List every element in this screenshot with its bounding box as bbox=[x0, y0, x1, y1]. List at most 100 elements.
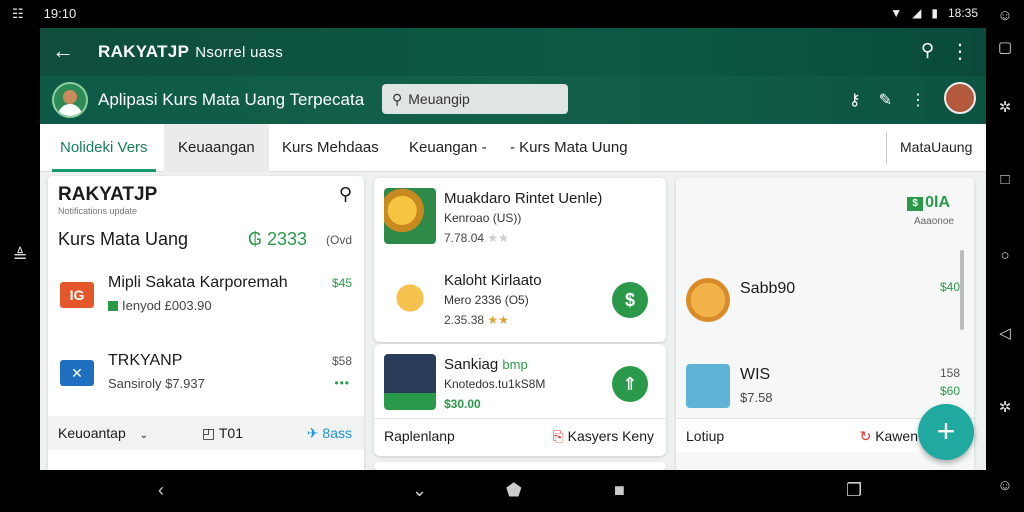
tab-divider bbox=[886, 132, 887, 164]
tree-badge-icon[interactable]: ⇑ bbox=[612, 366, 648, 402]
app-subtitle: Nsorrel uass bbox=[195, 44, 283, 61]
wifi-icon: ▼ bbox=[890, 6, 903, 20]
list-item[interactable]: Kaloht Kirlaato Mero 2336 (O5) 2.35.38 ★… bbox=[374, 260, 666, 340]
phone-icon bbox=[384, 354, 436, 410]
list-item-sub: 2.35.38 ★★ bbox=[444, 313, 509, 327]
tab-keuangan[interactable]: Keuangan - bbox=[409, 124, 487, 172]
card-brand: RAKYATJP bbox=[58, 184, 158, 205]
handle-icon[interactable]: ≜ bbox=[10, 246, 30, 266]
nav-bar: ‹ ⌄ ⬟ ■ ❐ bbox=[40, 470, 986, 512]
square-icon[interactable]: ▢ bbox=[995, 38, 1015, 58]
app-bar: ← RAKYATJP Nsorrel uass ⚲ ⋮ bbox=[40, 28, 986, 76]
overflow-menu-icon[interactable]: ⋮ bbox=[950, 39, 970, 64]
battery-icon: ▮ bbox=[931, 6, 938, 20]
list-item-name: TRKYANP bbox=[108, 352, 183, 369]
signal-icon: ◢ bbox=[912, 6, 922, 20]
brand-logo-icon: ✕ bbox=[60, 360, 94, 386]
home-circle-icon[interactable]: ○ bbox=[995, 246, 1015, 266]
rates-card: RAKYATJP Notifications update ⚲ Kurs Mat… bbox=[48, 176, 364, 470]
user-avatar[interactable] bbox=[944, 82, 976, 114]
rate-title: Kurs Mata Uang bbox=[58, 229, 189, 249]
refresh-icon: ↻ bbox=[859, 428, 872, 444]
face-icon[interactable]: ☺ bbox=[995, 476, 1015, 496]
search-input[interactable]: ⚲ Meuangip bbox=[382, 84, 568, 114]
top-badge-sub: Aaaonoe bbox=[913, 216, 954, 227]
nav-recent-icon[interactable]: ❐ bbox=[846, 480, 862, 501]
status-time: 19:10 bbox=[43, 6, 77, 21]
back-triangle-icon[interactable]: ◁ bbox=[995, 324, 1015, 344]
list-item[interactable]: Muakdaro Rintet Uenle) Kenroao (US)) 7.7… bbox=[374, 178, 666, 258]
list-item-name: Sankiag bmp bbox=[444, 356, 528, 373]
key-icon[interactable]: ⚷ bbox=[849, 90, 861, 110]
tab-keuaangan[interactable]: Keuaangan bbox=[164, 124, 269, 172]
pin-icon[interactable]: ✎ bbox=[879, 90, 892, 110]
list-item-name: Muakdaro Rintet Uenle) bbox=[444, 190, 603, 207]
list-item-amount-secondary: $60 bbox=[939, 384, 960, 398]
list-item-meta: Knotedos.tu1kS8M bbox=[444, 377, 546, 391]
list-item-sub: $30.00 bbox=[444, 397, 481, 411]
recent-square-icon[interactable]: □ bbox=[995, 170, 1015, 190]
more-dots-icon[interactable]: ••• bbox=[334, 376, 350, 390]
dollar-badge-icon[interactable]: $ bbox=[612, 282, 648, 318]
list-item-meta: Sansiroly $7.937 bbox=[108, 376, 205, 391]
nav-stop-icon[interactable]: ■ bbox=[614, 480, 625, 501]
list-item[interactable]: Sankiag bmp Knotedos.tu1kS8M $30.00 ⇑ bbox=[374, 344, 666, 424]
tab-nolideki-vers[interactable]: Nolideki Vers bbox=[52, 124, 156, 172]
rate-value: ₲ 2333 bbox=[248, 229, 308, 249]
list-item-name: Mipli Sakata Karporemah bbox=[108, 274, 288, 291]
back-arrow-icon[interactable]: ← bbox=[52, 38, 74, 64]
discord-icon[interactable]: ☺ bbox=[995, 6, 1015, 26]
card-footer: Raplenlanp ⎘ Kasyers Keny bbox=[374, 418, 666, 452]
footer-right[interactable]: ⎘ Kasyers Keny bbox=[553, 428, 654, 445]
status-glyph: ☷ bbox=[12, 6, 24, 21]
list-item-name: Kaloht Kirlaato bbox=[444, 272, 542, 289]
settings-icon[interactable]: ✲ bbox=[995, 98, 1015, 118]
tab-matauaung[interactable]: MataUaung bbox=[900, 124, 972, 172]
avatar[interactable] bbox=[52, 82, 88, 118]
nav-home-icon[interactable]: ⬟ bbox=[506, 480, 522, 501]
chat-icon: ◰ bbox=[202, 425, 216, 441]
list-item[interactable]: IG Mipli Sakata Karporemah Ienyod £003.9… bbox=[48, 264, 364, 334]
tab-kurs-mehdaas[interactable]: Kurs Mehdaas bbox=[282, 124, 379, 172]
list-item-meta: Ienyod £003.90 bbox=[108, 298, 212, 313]
cash-icon: $ bbox=[907, 197, 924, 211]
bird-icon: ✈ bbox=[306, 425, 319, 441]
card-brand-sub: Notifications update bbox=[58, 206, 138, 216]
search-icon[interactable]: ⚲ bbox=[921, 40, 934, 61]
app-title-text: RAKYATJP bbox=[98, 42, 190, 61]
footer-left[interactable]: Raplenlanp bbox=[384, 428, 455, 444]
gear-icon[interactable]: ✲ bbox=[995, 398, 1015, 418]
currency-card-peek bbox=[374, 462, 666, 470]
list-item[interactable]: Sabb90 $40 bbox=[676, 264, 974, 334]
list-item[interactable]: ✕ TRKYANP Sansiroly $7.937 $58 ••• bbox=[48, 342, 364, 412]
list-item-name: WIS bbox=[740, 366, 771, 383]
add-button[interactable]: + bbox=[918, 404, 974, 460]
more-icon[interactable]: ⋮ bbox=[910, 90, 926, 110]
search-icon[interactable]: ⚲ bbox=[339, 184, 352, 205]
tab-kurs-mata-uung[interactable]: - Kurs Mata Uung bbox=[510, 124, 628, 172]
nav-down-icon[interactable]: ⌄ bbox=[412, 480, 427, 501]
status-bar: ☷ 19:10 ▼ ◢ ▮ 18:35 bbox=[0, 0, 1024, 28]
left-rail: ≜ bbox=[0, 28, 40, 470]
list-item-amount: $40 bbox=[939, 280, 960, 294]
list-item-meta: $7.58 bbox=[740, 390, 773, 405]
nav-back-icon[interactable]: ‹ bbox=[158, 480, 164, 501]
list-item-name: Sabb90 bbox=[740, 280, 796, 297]
tab-bar: Nolideki Vers Keuaangan Kurs Mehdaas Keu… bbox=[40, 124, 986, 172]
footer-right[interactable]: ↻ Kawen bbox=[860, 428, 918, 445]
currency-card: Muakdaro Rintet Uenle) Kenroao (US)) 7.7… bbox=[374, 178, 666, 342]
list-item-amount: 158 bbox=[939, 366, 960, 380]
footer-dropdown[interactable]: Keuoantap ⌄ bbox=[58, 425, 148, 441]
status-time-right: 18:35 bbox=[947, 6, 978, 20]
footer-left[interactable]: Lotiup bbox=[686, 428, 724, 444]
rate-unit: (Ovd bbox=[326, 233, 353, 247]
currency-card: Sankiag bmp Knotedos.tu1kS8M $30.00 ⇑ Ra… bbox=[374, 344, 666, 456]
list-item-meta: Kenroao (US)) bbox=[444, 211, 522, 225]
list-item-amount: $45 bbox=[331, 276, 352, 290]
list-item-amount: $58 bbox=[331, 354, 352, 368]
footer-right[interactable]: ✈ 8ass bbox=[307, 425, 352, 442]
list-item-meta: Mero 2336 (O5) bbox=[444, 293, 529, 307]
right-rail: ☺ ▢ ✲ □ ○ ◁ ✲ ☺ bbox=[986, 0, 1024, 512]
footer-mid[interactable]: ◰ T01 bbox=[202, 425, 243, 442]
search-placeholder: Meuangip bbox=[408, 91, 470, 107]
